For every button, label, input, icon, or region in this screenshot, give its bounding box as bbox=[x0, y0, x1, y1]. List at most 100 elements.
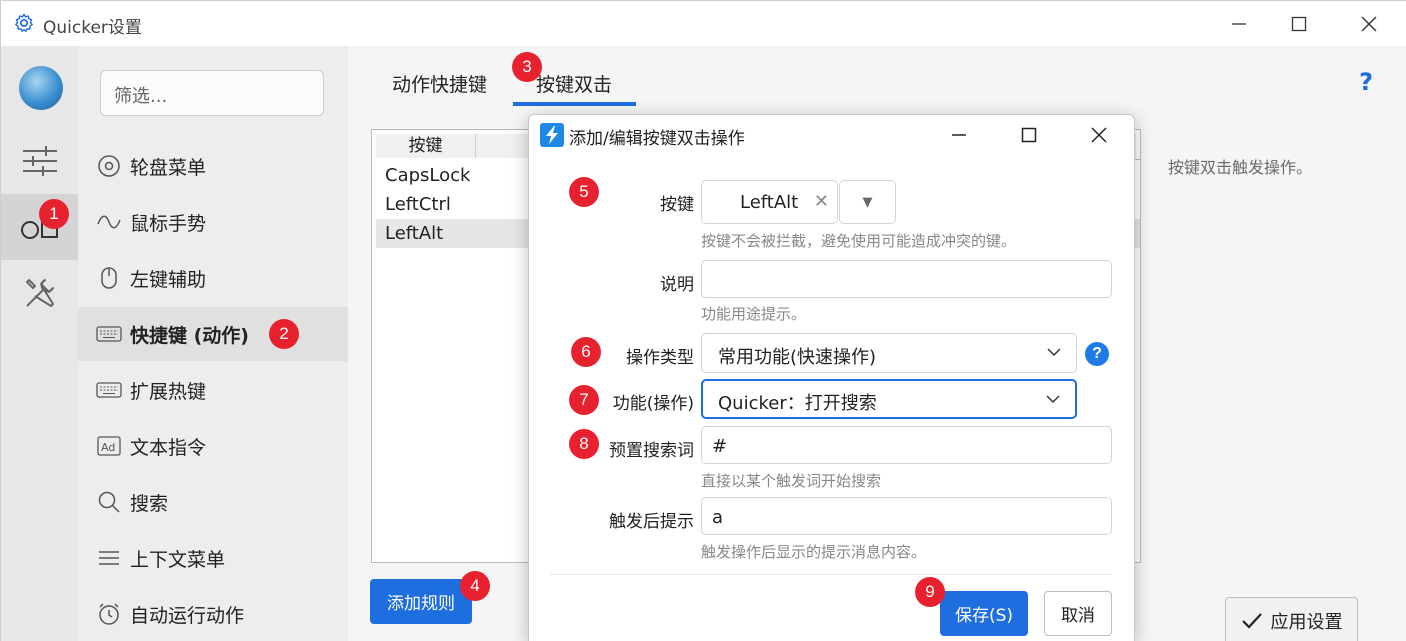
nav-item-extended-hotkey[interactable]: 扩展热键 bbox=[78, 363, 348, 417]
tab-action-hotkey[interactable]: 动作快捷键 bbox=[392, 70, 487, 97]
edit-dialog: 添加/编辑按键双击操作 按键 LeftAlt ✕ ▼ 按键不会被拦截，避免使用可… bbox=[528, 114, 1135, 641]
key-chip[interactable]: LeftAlt ✕ bbox=[701, 180, 838, 224]
nav-item-auto-run[interactable]: 自动运行动作 bbox=[78, 587, 348, 641]
help-icon[interactable]: ? bbox=[1359, 68, 1373, 96]
filter-input[interactable]: 筛选... bbox=[100, 70, 324, 116]
title-bar: Quicker设置 bbox=[1, 1, 1406, 46]
nav-item-label: 左键辅助 bbox=[130, 268, 207, 291]
nav-item-left-click-assist[interactable]: 左键辅助 bbox=[78, 251, 348, 305]
nav-item-label: 轮盘菜单 bbox=[130, 156, 207, 179]
triangle-down-icon: ▼ bbox=[862, 194, 873, 210]
dialog-title: 添加/编辑按键双击操作 bbox=[569, 129, 745, 149]
lightning-icon bbox=[540, 123, 564, 147]
after-trigger-label: 触发后提示 bbox=[609, 512, 694, 532]
dialog-divider bbox=[550, 574, 1112, 575]
step-badge-5: 5 bbox=[569, 177, 599, 207]
tab-active-indicator bbox=[513, 102, 636, 106]
cancel-button[interactable]: 取消 bbox=[1044, 591, 1112, 636]
nav-item-label: 鼠标手势 bbox=[130, 212, 207, 235]
nav-item-label: 文本指令 bbox=[130, 436, 207, 459]
desc-hint: 功能用途提示。 bbox=[701, 305, 807, 323]
nav-item-label: 快捷键 (动作) bbox=[130, 324, 249, 347]
op-type-value: 常用功能(快速操作) bbox=[718, 347, 877, 368]
after-trigger-input[interactable]: a bbox=[701, 497, 1112, 535]
rail-item-sliders[interactable] bbox=[1, 128, 78, 194]
op-type-select[interactable]: 常用功能(快速操作) bbox=[701, 333, 1077, 373]
desc-label: 说明 bbox=[660, 275, 694, 295]
nav-item-label: 上下文菜单 bbox=[130, 548, 226, 571]
search-icon bbox=[96, 489, 122, 515]
rail-item-shapes[interactable] bbox=[1, 194, 78, 260]
step-badge-2: 2 bbox=[269, 319, 299, 349]
apply-settings-label: 应用设置 bbox=[1270, 612, 1343, 633]
step-badge-4: 4 bbox=[460, 571, 490, 601]
mouse-icon bbox=[96, 265, 122, 291]
maximize-icon bbox=[1021, 127, 1037, 143]
maximize-icon bbox=[1291, 16, 1307, 31]
icon-rail bbox=[1, 46, 78, 641]
chevron-down-icon bbox=[1047, 348, 1061, 357]
dialog-close-button[interactable] bbox=[1070, 115, 1128, 155]
nav-item-hotkey-action[interactable]: 快捷键 (动作) bbox=[78, 307, 348, 361]
nav-item-label: 搜索 bbox=[130, 492, 169, 515]
function-select[interactable]: Quicker：打开搜索 bbox=[701, 379, 1077, 419]
window-title: Quicker设置 bbox=[43, 18, 142, 38]
preset-search-input[interactable]: # bbox=[701, 426, 1112, 464]
key-value: LeftAlt bbox=[740, 192, 799, 213]
desc-input[interactable] bbox=[701, 260, 1112, 298]
minimize-icon bbox=[952, 134, 966, 136]
alarm-clock-icon bbox=[96, 601, 122, 627]
svg-text:Ad: Ad bbox=[101, 441, 115, 454]
function-value: Quicker：打开搜索 bbox=[718, 393, 877, 414]
nav-item-wheel-menu[interactable]: 轮盘菜单 bbox=[78, 139, 348, 193]
wheel-icon bbox=[96, 153, 122, 179]
minimize-button[interactable] bbox=[1209, 1, 1269, 46]
step-badge-8: 8 bbox=[569, 429, 599, 459]
nav-item-text-command[interactable]: Ad 文本指令 bbox=[78, 419, 348, 473]
step-badge-9: 9 bbox=[915, 577, 945, 607]
key-hint: 按键不会被拦截，避免使用可能造成冲突的键。 bbox=[701, 232, 1017, 250]
add-rule-button[interactable]: 添加规则 bbox=[370, 579, 472, 624]
close-button[interactable] bbox=[1339, 1, 1399, 46]
chevron-down-icon bbox=[1046, 395, 1060, 404]
key-dropdown-button[interactable]: ▼ bbox=[839, 180, 896, 224]
step-badge-1: 1 bbox=[39, 199, 69, 229]
rail-item-tools[interactable] bbox=[1, 260, 78, 326]
preset-search-hint: 直接以某个触发词开始搜索 bbox=[701, 472, 882, 490]
menu-lines-icon bbox=[96, 545, 122, 571]
dialog-minimize-button[interactable] bbox=[930, 115, 988, 155]
step-badge-3: 3 bbox=[512, 52, 542, 82]
nav-item-mouse-gesture[interactable]: 鼠标手势 bbox=[78, 195, 348, 249]
tools-icon bbox=[25, 279, 54, 307]
keyboard-icon bbox=[96, 321, 122, 347]
minimize-icon bbox=[1232, 22, 1246, 25]
dialog-title-bar: 添加/编辑按键双击操作 bbox=[529, 115, 1134, 155]
info-text: 按键双击触发操作。 bbox=[1168, 158, 1313, 177]
clear-key-icon[interactable]: ✕ bbox=[814, 191, 829, 212]
nav-item-label: 扩展热键 bbox=[130, 380, 207, 403]
checkmark-icon bbox=[1241, 613, 1262, 629]
maximize-button[interactable] bbox=[1269, 1, 1329, 46]
after-trigger-hint: 触发操作后显示的提示消息内容。 bbox=[701, 543, 927, 561]
gear-icon bbox=[15, 13, 33, 33]
apply-settings-button[interactable]: 应用设置 bbox=[1225, 597, 1358, 641]
avatar[interactable] bbox=[19, 66, 63, 110]
dialog-maximize-button[interactable] bbox=[1000, 115, 1058, 155]
close-icon bbox=[1091, 127, 1107, 143]
wave-icon bbox=[96, 209, 122, 235]
step-badge-7: 7 bbox=[569, 385, 599, 415]
save-button[interactable]: 保存(S) bbox=[940, 591, 1028, 636]
settings-window: Quicker设置 筛选... 轮盘菜单 鼠标手势 左键辅助 快捷键 (动作) … bbox=[0, 0, 1406, 641]
close-icon bbox=[1361, 16, 1377, 31]
column-header-key[interactable]: 按键 bbox=[376, 134, 476, 158]
step-badge-6: 6 bbox=[571, 337, 601, 367]
keyboard-icon bbox=[96, 377, 122, 403]
nav-panel: 筛选... 轮盘菜单 鼠标手势 左键辅助 快捷键 (动作) 扩展热键 Ad 文本… bbox=[78, 46, 348, 641]
help-circle-icon[interactable]: ? bbox=[1085, 342, 1109, 366]
sliders-icon bbox=[22, 146, 57, 176]
ad-text-icon: Ad bbox=[96, 433, 122, 459]
nav-item-search[interactable]: 搜索 bbox=[78, 475, 348, 529]
nav-item-context-menu[interactable]: 上下文菜单 bbox=[78, 531, 348, 585]
tab-key-double-click[interactable]: 按键双击 bbox=[536, 70, 612, 97]
nav-item-label: 自动运行动作 bbox=[130, 604, 245, 627]
